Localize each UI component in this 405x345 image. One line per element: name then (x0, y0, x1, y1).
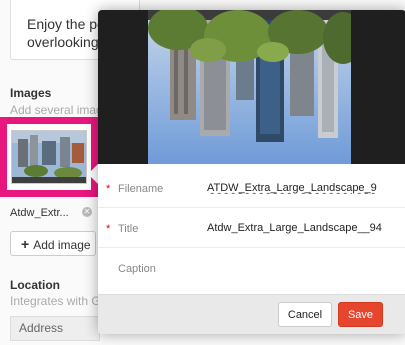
address-column-header: Address (10, 316, 100, 341)
save-button[interactable]: Save (338, 302, 383, 327)
selected-image-thumbnail[interactable] (0, 117, 98, 197)
image-preview-area (98, 10, 405, 164)
thumbnail-image (11, 130, 87, 184)
title-required-marker: * (106, 223, 111, 235)
caption-input[interactable] (207, 256, 394, 280)
plus-icon: + (21, 236, 30, 252)
image-preview (148, 10, 351, 164)
thumbnail-pointer (88, 164, 98, 184)
modal-footer: Cancel Save (98, 294, 405, 334)
title-field-row: * Title Atdw_Extra_Large_Landscape__94 (98, 210, 405, 248)
location-section-hint: Integrates with G (10, 294, 101, 308)
caption-label: Caption (118, 263, 156, 275)
images-section-label: Images (10, 86, 52, 100)
remove-image-icon[interactable]: ✕ (82, 207, 92, 217)
thumbnail-filename: Atdw_Extr... (10, 207, 69, 219)
add-image-button[interactable]: + Add image (10, 231, 96, 256)
add-image-label: Add image (33, 238, 91, 252)
filename-input[interactable]: ATDW_Extra_Large_Landscape_9 (207, 182, 394, 194)
filename-required-marker: * (106, 183, 111, 195)
location-section-label: Location (10, 278, 60, 292)
filename-label: Filename (118, 183, 164, 195)
cancel-button[interactable]: Cancel (278, 302, 332, 327)
image-edit-modal: * Filename ATDW_Extra_Large_Landscape_9 … (98, 10, 405, 334)
caption-field-row: Caption (98, 250, 405, 288)
images-section-hint: Add several image (10, 103, 110, 117)
title-label: Title (118, 223, 139, 235)
filename-field-row: * Filename ATDW_Extra_Large_Landscape_9 (98, 170, 405, 208)
title-input[interactable]: Atdw_Extra_Large_Landscape__94 (207, 222, 394, 234)
